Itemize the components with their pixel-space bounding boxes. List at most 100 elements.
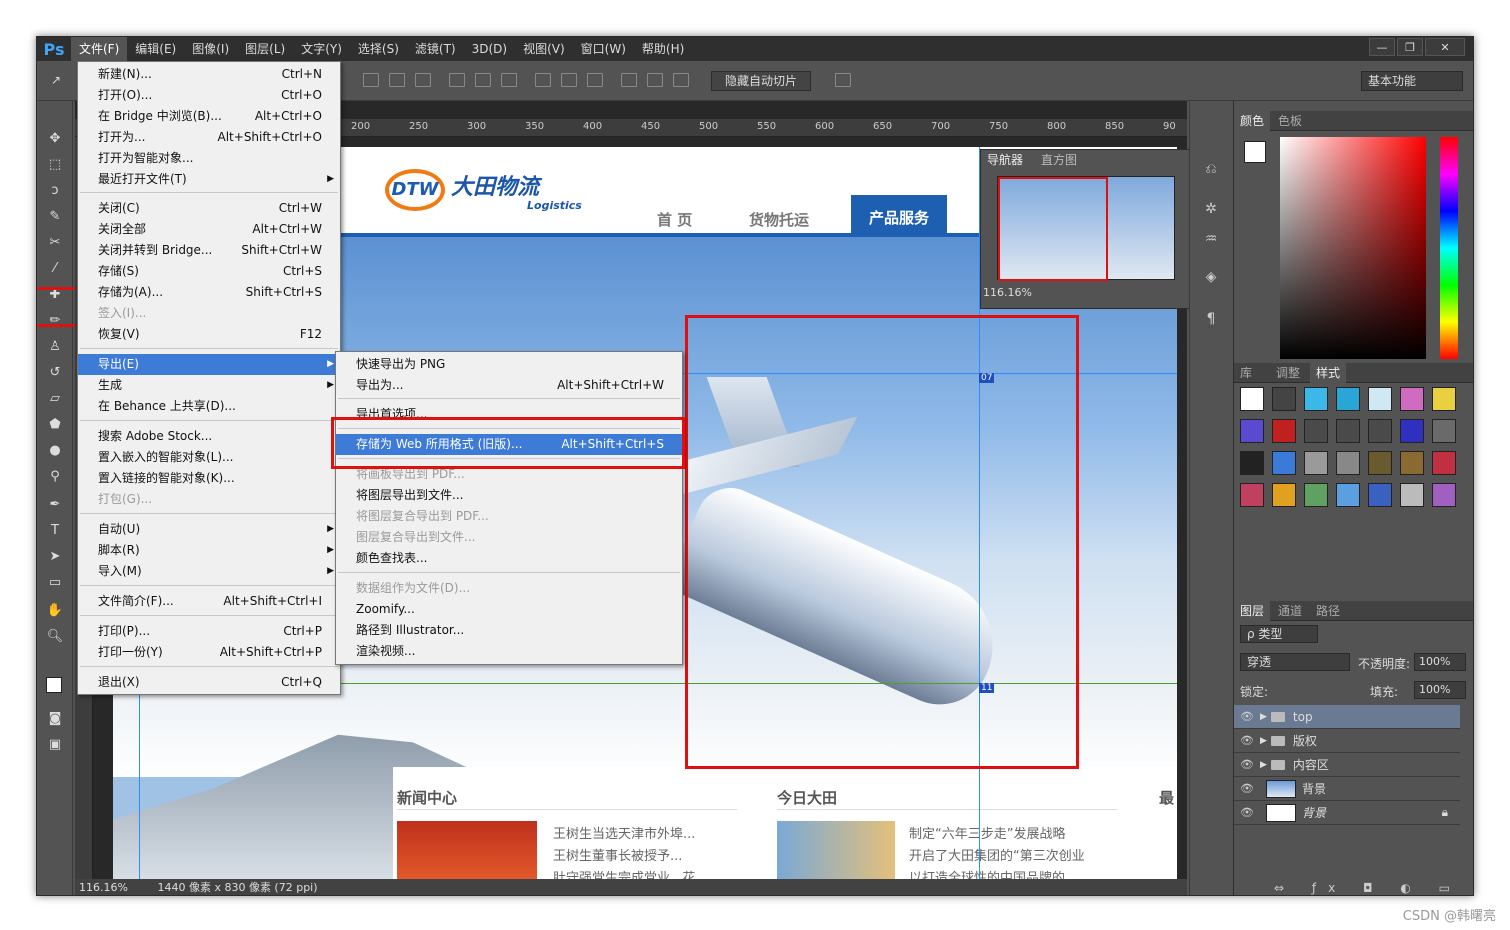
visibility-eye-icon[interactable]: 👁︎ xyxy=(1234,782,1260,795)
brushes-icon[interactable]: ♒ xyxy=(1200,231,1222,251)
menu-type[interactable]: 文字(Y) xyxy=(293,37,350,61)
menu-item-share-behance[interactable]: 在 Behance 上共享(D)... xyxy=(78,396,340,417)
quick-mask-icon[interactable]: ◙ xyxy=(46,711,64,727)
menu-view[interactable]: 视图(V) xyxy=(515,37,573,61)
fg-color-swatch[interactable] xyxy=(1244,141,1266,163)
restore-button[interactable]: ❐ xyxy=(1397,38,1423,56)
menu-select[interactable]: 选择(S) xyxy=(350,37,407,61)
3d-icon[interactable]: ◈ xyxy=(1200,269,1222,289)
align-vcenter-icon[interactable] xyxy=(389,73,405,87)
history-brush-tool-icon[interactable]: ↺ xyxy=(46,365,64,381)
slice-options-icon[interactable] xyxy=(835,73,851,87)
style-swatch[interactable] xyxy=(1272,419,1296,443)
style-swatch[interactable] xyxy=(1240,451,1264,475)
style-swatch[interactable] xyxy=(1432,451,1456,475)
menu-item-export[interactable]: 导出(E) ▶ xyxy=(78,354,340,375)
style-swatch[interactable] xyxy=(1240,419,1264,443)
style-swatch[interactable] xyxy=(1400,451,1424,475)
menu-item-layers-to-files[interactable]: 将图层导出到文件... xyxy=(336,485,682,506)
lasso-tool-icon[interactable]: ↄ xyxy=(46,183,64,199)
close-button[interactable]: ✕ xyxy=(1425,38,1465,56)
menu-item-save-as[interactable]: 存储为(A)... Shift+Ctrl+S xyxy=(78,282,340,303)
menu-item-new[interactable]: 新建(N)... Ctrl+N xyxy=(78,64,340,85)
menu-item-close-all[interactable]: 关闭全部 Alt+Ctrl+W xyxy=(78,219,340,240)
dodge-tool-icon[interactable]: ⚲ xyxy=(46,469,64,485)
distribute-top-icon[interactable] xyxy=(535,73,551,87)
menu-item-color-lookup[interactable]: 颜色查找表... xyxy=(336,548,682,569)
menu-item-exit[interactable]: 退出(X) Ctrl+Q xyxy=(78,672,340,693)
style-swatch[interactable] xyxy=(1336,419,1360,443)
tab-navigator[interactable]: 导航器 xyxy=(981,150,1030,170)
workspace-select[interactable]: 基本功能 xyxy=(1361,71,1463,91)
visibility-eye-icon[interactable]: 👁︎ xyxy=(1234,806,1260,819)
hide-auto-slices-button[interactable]: 隐藏自动切片 xyxy=(711,71,811,91)
style-swatch[interactable] xyxy=(1304,451,1328,475)
style-swatch[interactable] xyxy=(1336,451,1360,475)
tab-layers[interactable]: 图层 xyxy=(1234,601,1271,621)
style-swatch[interactable] xyxy=(1432,419,1456,443)
align-right-icon[interactable] xyxy=(501,73,517,87)
blend-mode-select[interactable]: 穿透 xyxy=(1240,653,1350,671)
visibility-eye-icon[interactable]: 👁︎ xyxy=(1234,710,1260,723)
paragraph-icon[interactable]: ¶ xyxy=(1200,311,1222,331)
style-swatch[interactable] xyxy=(1304,483,1328,507)
style-swatch[interactable] xyxy=(1400,419,1424,443)
layer-filter-select[interactable]: ρ 类型 xyxy=(1240,625,1318,643)
paint-bucket-tool-icon[interactable]: ⬟ xyxy=(46,417,64,433)
menu-item-print[interactable]: 打印(P)... Ctrl+P xyxy=(78,621,340,642)
menu-file[interactable]: 文件(F) xyxy=(71,37,128,61)
menu-3d[interactable]: 3D(D) xyxy=(464,37,515,61)
style-swatch[interactable] xyxy=(1304,419,1328,443)
menu-item-search-stock[interactable]: 搜索 Adobe Stock... xyxy=(78,426,340,447)
menu-item-place-linked[interactable]: 置入链接的智能对象(K)... xyxy=(78,468,340,489)
menu-item-place-embedded[interactable]: 置入嵌入的智能对象(L)... xyxy=(78,447,340,468)
expand-arrow-icon[interactable]: ▶ xyxy=(1260,712,1267,722)
align-bottom-icon[interactable] xyxy=(415,73,431,87)
menu-item-browse-bridge[interactable]: 在 Bridge 中浏览(B)... Alt+Ctrl+O xyxy=(78,106,340,127)
menu-item-print-one[interactable]: 打印一份(Y) Alt+Shift+Ctrl+P xyxy=(78,642,340,663)
color-picker-field[interactable] xyxy=(1280,137,1426,359)
style-swatch[interactable] xyxy=(1368,419,1392,443)
menu-image[interactable]: 图像(I) xyxy=(184,37,237,61)
style-swatch[interactable] xyxy=(1432,387,1456,411)
menu-item-zoomify[interactable]: Zoomify... xyxy=(336,599,682,620)
menu-item-open[interactable]: 打开(O)... Ctrl+O xyxy=(78,85,340,106)
fill-input[interactable]: 100% xyxy=(1414,681,1466,699)
navigator-zoom[interactable]: 116.16% xyxy=(983,286,1032,299)
type-tool-icon[interactable]: T xyxy=(46,523,64,539)
path-select-tool-icon[interactable]: ➤ xyxy=(46,549,64,565)
menu-item-revert[interactable]: 恢复(V) F12 xyxy=(78,324,340,345)
style-swatch[interactable] xyxy=(1272,483,1296,507)
align-top-icon[interactable] xyxy=(363,73,379,87)
visibility-eye-icon[interactable]: 👁︎ xyxy=(1234,734,1260,747)
tab-styles[interactable]: 样式 xyxy=(1310,363,1347,383)
eyedropper-tool-icon[interactable]: ⁄ xyxy=(46,261,64,277)
tab-paths[interactable]: 路径 xyxy=(1310,601,1346,621)
navigator-view-box[interactable] xyxy=(998,177,1108,281)
style-swatch[interactable] xyxy=(1336,483,1360,507)
visibility-eye-icon[interactable]: 👁︎ xyxy=(1234,758,1260,771)
slice-tool-icon[interactable]: ✂ xyxy=(46,235,64,251)
layer-row[interactable]: 👁︎ ▶ 版权 xyxy=(1234,729,1460,753)
marquee-tool-icon[interactable]: ⬚ xyxy=(46,157,64,173)
menu-item-automate[interactable]: 自动(U) ▶ xyxy=(78,519,340,540)
tab-color[interactable]: 颜色 xyxy=(1234,111,1271,131)
style-swatch[interactable] xyxy=(1240,483,1264,507)
screen-mode-icon[interactable]: ▣ xyxy=(46,737,64,753)
slice-select-tool-icon[interactable]: ↗ xyxy=(51,73,67,87)
menu-item-scripts[interactable]: 脚本(R) ▶ xyxy=(78,540,340,561)
blur-tool-icon[interactable]: ● xyxy=(46,443,64,459)
style-swatch[interactable] xyxy=(1432,483,1456,507)
align-left-icon[interactable] xyxy=(449,73,465,87)
menu-layer[interactable]: 图层(L) xyxy=(237,37,293,61)
menu-item-close-go-bridge[interactable]: 关闭并转到 Bridge... Shift+Ctrl+W xyxy=(78,240,340,261)
style-swatch[interactable] xyxy=(1368,387,1392,411)
minimize-button[interactable]: — xyxy=(1369,38,1395,56)
distribute-bottom-icon[interactable] xyxy=(587,73,603,87)
move-tool-icon[interactable]: ✥ xyxy=(46,131,64,147)
menu-item-open-as[interactable]: 打开为... Alt+Shift+Ctrl+O xyxy=(78,127,340,148)
menu-item-import[interactable]: 导入(M) ▶ xyxy=(78,561,340,582)
tab-swatches[interactable]: 色板 xyxy=(1272,111,1308,131)
style-swatch[interactable] xyxy=(1400,387,1424,411)
quick-select-tool-icon[interactable]: ✎ xyxy=(46,209,64,225)
